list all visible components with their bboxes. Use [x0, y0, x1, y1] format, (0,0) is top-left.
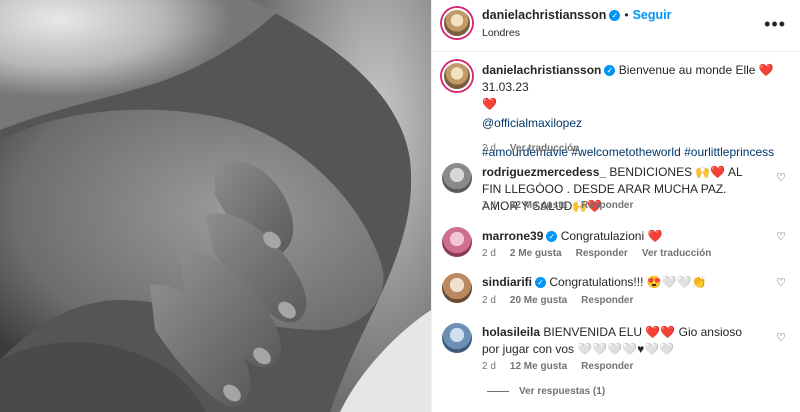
- avatar[interactable]: [442, 8, 472, 38]
- comment-username[interactable]: rodriguezmercedess_: [482, 165, 606, 179]
- comment-username[interactable]: marrone39: [482, 229, 543, 243]
- author-username[interactable]: danielachristiansson: [482, 8, 606, 22]
- caption-username[interactable]: danielachristiansson: [482, 63, 601, 77]
- comment-age: 2 d: [482, 248, 496, 259]
- verified-badge-icon: ✓: [535, 277, 547, 289]
- caption-date: 31.03.23: [482, 80, 529, 94]
- divider: [487, 390, 509, 392]
- comment-message: Congratulations!!! 😍🤍🤍👏: [549, 275, 707, 289]
- view-replies-link[interactable]: Ver respuestas (1): [519, 386, 605, 397]
- comment-meta: 2 d 12 Me gusta Responder: [482, 361, 647, 372]
- reply-button[interactable]: Responder: [581, 295, 633, 306]
- post-side-panel: danielachristiansson ✓ • Seguir Londres •••…: [431, 0, 800, 412]
- heart-outline-icon[interactable]: ♡: [776, 171, 786, 184]
- comment-text: marrone39 ✓ Congratulazioni ❤️: [482, 228, 758, 245]
- post-header: danielachristiansson ✓ • Seguir Londres •••: [432, 0, 800, 52]
- header-text: danielachristiansson ✓ • Seguir Londres: [482, 8, 671, 39]
- comment-username[interactable]: holasileila: [482, 325, 540, 339]
- comment-meta: 2 d 32 Me gusta Responder: [482, 200, 647, 211]
- heart-outline-icon[interactable]: ♡: [776, 331, 786, 344]
- header-title-row: danielachristiansson ✓ • Seguir: [482, 8, 671, 22]
- comment-age: 2 d: [482, 295, 496, 306]
- likes-count[interactable]: 20 Me gusta: [510, 295, 567, 306]
- avatar[interactable]: [442, 323, 472, 353]
- avatar[interactable]: [442, 227, 472, 257]
- baby-hand-photo: [0, 0, 431, 412]
- follow-button[interactable]: Seguir: [633, 8, 672, 22]
- heart-outline-icon[interactable]: ♡: [776, 230, 786, 243]
- likes-count[interactable]: 32 Me gusta: [510, 200, 567, 211]
- view-replies[interactable]: Ver respuestas (1): [487, 386, 619, 397]
- comment-meta: 2 d 20 Me gusta Responder: [482, 295, 647, 306]
- comment-age: 2 d: [482, 361, 496, 372]
- reply-button[interactable]: Responder: [581, 200, 633, 211]
- instagram-post-view: danielachristiansson ✓ • Seguir Londres •••…: [0, 0, 800, 412]
- likes-count[interactable]: 12 Me gusta: [510, 361, 567, 372]
- avatar[interactable]: [442, 61, 472, 91]
- reply-button[interactable]: Responder: [581, 361, 633, 372]
- avatar[interactable]: [442, 163, 472, 193]
- location-label[interactable]: Londres: [482, 27, 671, 39]
- likes-count[interactable]: 2 Me gusta: [510, 248, 562, 259]
- comment-text: sindiarifi ✓ Congratulations!!! 😍🤍🤍👏: [482, 274, 758, 291]
- translate-link[interactable]: Ver traducción: [642, 248, 711, 259]
- heart-emoji: ❤️: [758, 63, 774, 77]
- comment-age: 2 d: [482, 200, 496, 211]
- avatar[interactable]: [442, 273, 472, 303]
- heart-emoji: ❤️: [482, 97, 497, 111]
- post-photo[interactable]: [0, 0, 431, 412]
- mention-link[interactable]: @officialmaxilopez: [482, 115, 790, 132]
- caption-message: Bienvenue au monde Elle: [618, 63, 756, 77]
- caption-age: 2 d: [482, 143, 496, 154]
- comment-meta: 2 d 2 Me gusta Responder Ver traducción: [482, 248, 725, 259]
- verified-badge-icon: ✓: [604, 65, 616, 77]
- comment-message: Congratulazioni ❤️: [560, 229, 663, 243]
- separator-dot: •: [624, 8, 629, 22]
- caption-meta: 2 d Ver traducción: [482, 143, 593, 154]
- translate-link[interactable]: Ver traducción: [510, 143, 579, 154]
- comment-username[interactable]: sindiarifi: [482, 275, 532, 289]
- more-horizontal-icon[interactable]: •••: [764, 14, 786, 35]
- comments-list: danielachristiansson ✓ Bienvenue au monde…: [432, 53, 800, 412]
- comment-text: holasileila BIENVENIDA ELU ❤️❤️ Gio ansi…: [482, 324, 758, 358]
- verified-badge-icon: ✓: [609, 10, 621, 22]
- verified-badge-icon: ✓: [546, 231, 558, 243]
- reply-button[interactable]: Responder: [576, 248, 628, 259]
- heart-outline-icon[interactable]: ♡: [776, 276, 786, 289]
